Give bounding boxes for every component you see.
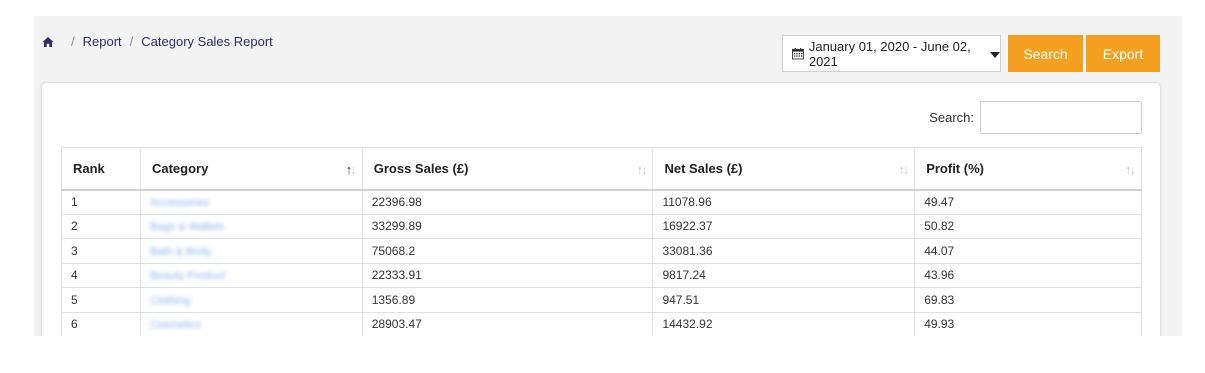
- breadcrumb-report-link[interactable]: Report: [83, 34, 122, 49]
- report-card: Search: Rank Category ↑↓ Gross Sales (£) ↑…: [41, 82, 1161, 336]
- category-link[interactable]: Bath & Body: [150, 246, 211, 258]
- calendar-icon: [792, 48, 804, 60]
- table-search-input[interactable]: [980, 101, 1142, 134]
- category-cell: Accessories: [139, 189, 363, 215]
- table-row: 2 Bags & Wallets 33299.89 16922.37 50.82: [61, 214, 1142, 239]
- top-bar: / Report / Category Sales Report January…: [34, 16, 1182, 82]
- category-link[interactable]: Beauty Product: [150, 270, 225, 282]
- net-sales-cell: 9817.24: [652, 263, 916, 288]
- rank-cell: 3: [61, 238, 141, 264]
- column-header-rank[interactable]: Rank: [61, 147, 141, 191]
- rank-cell: 4: [61, 263, 141, 288]
- sort-icon: ↑↓: [898, 162, 909, 177]
- table-row: 5 Clothing 1356.89 947.51 69.83: [61, 287, 1142, 313]
- profit-cell: 50.82: [914, 214, 1142, 239]
- breadcrumb: / Report / Category Sales Report: [42, 34, 273, 49]
- category-link[interactable]: Cosmetics: [150, 319, 201, 331]
- gross-sales-cell: 1356.89: [361, 287, 654, 313]
- profit-cell: 43.96: [914, 263, 1142, 288]
- gross-sales-cell: 28903.47: [361, 312, 654, 336]
- profit-cell: 69.83: [914, 287, 1142, 313]
- gross-sales-cell: 22333.91: [361, 263, 654, 288]
- table-row: 3 Bath & Body 75068.2 33081.36 44.07: [61, 238, 1142, 264]
- table-search: Search:: [929, 101, 1142, 134]
- net-sales-cell: 14432.92: [652, 312, 916, 336]
- column-header-category[interactable]: Category ↑↓: [139, 147, 363, 191]
- category-sales-table: Rank Category ↑↓ Gross Sales (£) ↑↓ Net Sa…: [61, 147, 1142, 336]
- category-cell: Bath & Body: [139, 238, 363, 264]
- profit-cell: 49.47: [914, 189, 1142, 215]
- breadcrumb-separator: /: [129, 34, 134, 49]
- column-header-net-sales[interactable]: Net Sales (£) ↑↓: [652, 147, 916, 191]
- net-sales-cell: 16922.37: [652, 214, 916, 239]
- page-container: / Report / Category Sales Report January…: [34, 16, 1182, 336]
- search-button[interactable]: Search: [1008, 35, 1083, 72]
- gross-sales-cell: 22396.98: [361, 189, 654, 215]
- category-link[interactable]: Accessories: [150, 197, 209, 209]
- breadcrumb-separator: /: [71, 34, 75, 49]
- gross-sales-cell: 33299.89: [361, 214, 654, 239]
- net-sales-cell: 11078.96: [652, 189, 916, 215]
- column-header-gross-sales[interactable]: Gross Sales (£) ↑↓: [361, 147, 654, 191]
- rank-cell: 2: [61, 214, 141, 239]
- caret-down-icon: [990, 51, 1000, 58]
- category-cell: Clothing: [139, 287, 363, 313]
- table-header-row: Rank Category ↑↓ Gross Sales (£) ↑↓ Net Sa…: [61, 147, 1142, 191]
- column-header-profit[interactable]: Profit (%) ↑↓: [914, 147, 1142, 191]
- rank-cell: 6: [61, 312, 141, 336]
- sort-icon: ↑↓: [636, 162, 647, 177]
- category-link[interactable]: Clothing: [150, 295, 190, 307]
- table-row: 6 Cosmetics 28903.47 14432.92 49.93: [61, 312, 1142, 336]
- home-icon[interactable]: [42, 36, 54, 48]
- table-search-label: Search:: [929, 110, 974, 125]
- category-link[interactable]: Bags & Wallets: [150, 221, 224, 233]
- sort-icon: ↑↓: [345, 162, 357, 177]
- export-button[interactable]: Export: [1086, 35, 1160, 72]
- gross-sales-cell: 75068.2: [361, 238, 654, 264]
- date-range-picker[interactable]: January 01, 2020 - June 02, 2021: [782, 35, 1001, 72]
- profit-cell: 44.07: [914, 238, 1142, 264]
- rank-cell: 5: [61, 287, 141, 313]
- breadcrumb-current: Category Sales Report: [141, 34, 273, 49]
- table-row: 1 Accessories 22396.98 11078.96 49.47: [61, 189, 1142, 215]
- table-row: 4 Beauty Product 22333.91 9817.24 43.96: [61, 263, 1142, 288]
- category-cell: Bags & Wallets: [139, 214, 363, 239]
- rank-cell: 1: [61, 189, 141, 215]
- sort-icon: ↑↓: [1125, 162, 1136, 177]
- net-sales-cell: 33081.36: [652, 238, 916, 264]
- category-cell: Cosmetics: [139, 312, 363, 336]
- date-range-value: January 01, 2020 - June 02, 2021: [808, 38, 971, 69]
- profit-cell: 49.93: [914, 312, 1142, 336]
- net-sales-cell: 947.51: [652, 287, 916, 313]
- category-cell: Beauty Product: [139, 263, 363, 288]
